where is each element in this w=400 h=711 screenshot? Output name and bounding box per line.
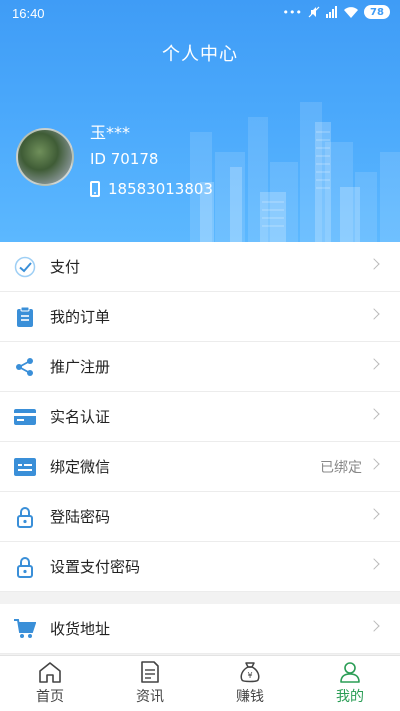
user-name: 玉*** <box>90 123 131 142</box>
page-title: 个人中心 <box>162 44 238 65</box>
tab-home[interactable]: 首页 <box>0 656 100 711</box>
tab-label: 资讯 <box>136 689 164 705</box>
address-list: 收货地址 <box>0 604 400 654</box>
menu-item-promote[interactable]: 推广注册 <box>0 342 400 392</box>
wechat-icon <box>0 457 50 476</box>
chevron-right-icon <box>368 508 380 520</box>
svg-text:¥: ¥ <box>247 671 252 680</box>
tab-news[interactable]: 资讯 <box>100 656 200 711</box>
chevron-right-icon <box>368 408 380 420</box>
tab-earn[interactable]: ¥ 赚钱 <box>200 656 300 711</box>
chevron-right-icon <box>368 358 380 370</box>
news-icon <box>140 661 160 683</box>
status-time: 16:40 <box>12 6 45 21</box>
menu-item-label: 实名认证 <box>50 408 111 426</box>
tab-label: 首页 <box>36 689 64 705</box>
profile-header: 16:40 ••• 78 个人中心 玉*** ID 70178 18583013… <box>0 0 400 242</box>
menu-item-label: 绑定微信 <box>50 458 111 476</box>
menu-item-address[interactable]: 收货地址 <box>0 604 400 654</box>
menu-item-pay[interactable]: 支付 <box>0 242 400 292</box>
chevron-right-icon <box>368 258 380 270</box>
bottom-nav: 首页 资讯 ¥ 赚钱 我的 <box>0 655 400 711</box>
money-bag-icon: ¥ <box>239 661 261 683</box>
status-bar: 16:40 ••• 78 <box>0 0 400 28</box>
profile-page: 16:40 ••• 78 个人中心 玉*** ID 70178 18583013… <box>0 0 400 711</box>
card-icon <box>0 408 50 425</box>
mute-icon <box>308 6 320 18</box>
avatar[interactable] <box>16 128 74 186</box>
lock-icon <box>0 506 50 528</box>
menu-item-login-password[interactable]: 登陆密码 <box>0 492 400 542</box>
share-icon <box>0 357 50 377</box>
tab-label: 赚钱 <box>236 689 264 705</box>
tab-mine[interactable]: 我的 <box>300 656 400 711</box>
chevron-right-icon <box>368 308 380 320</box>
chevron-right-icon <box>368 558 380 570</box>
phone-number: 18583013803 <box>108 180 213 198</box>
menu-item-label: 设置支付密码 <box>50 558 141 576</box>
clipboard-icon <box>0 306 50 328</box>
lock-icon <box>0 556 50 578</box>
wechat-bound-status: 已绑定 <box>320 459 362 476</box>
phone-icon <box>90 181 100 197</box>
check-circle-icon <box>0 256 50 278</box>
menu-item-orders[interactable]: 我的订单 <box>0 292 400 342</box>
menu-item-verify[interactable]: 实名认证 <box>0 392 400 442</box>
more-dots-icon: ••• <box>282 5 302 19</box>
battery-icon: 78 <box>364 5 390 19</box>
chevron-right-icon <box>368 620 380 632</box>
menu-item-label: 推广注册 <box>50 358 111 376</box>
menu-item-label: 登陆密码 <box>50 508 111 526</box>
user-phone: 18583013803 <box>90 180 213 198</box>
chevron-right-icon <box>368 458 380 470</box>
menu-item-pay-password[interactable]: 设置支付密码 <box>0 542 400 592</box>
signal-icon <box>326 6 338 18</box>
menu-item-wechat[interactable]: 绑定微信 已绑定 <box>0 442 400 492</box>
home-icon <box>38 661 62 683</box>
tab-label: 我的 <box>336 689 364 705</box>
user-icon <box>339 661 361 683</box>
menu-item-label: 支付 <box>50 258 81 276</box>
cart-icon <box>0 618 50 639</box>
menu-item-label: 我的订单 <box>50 308 111 326</box>
wifi-icon <box>344 6 358 18</box>
user-id: ID 70178 <box>90 150 159 168</box>
settings-list: 支付 我的订单 推广注册 实名认证 绑定微信 已绑定 登陆密码 设置支付密码 <box>0 242 400 592</box>
menu-item-label: 收货地址 <box>50 620 111 638</box>
